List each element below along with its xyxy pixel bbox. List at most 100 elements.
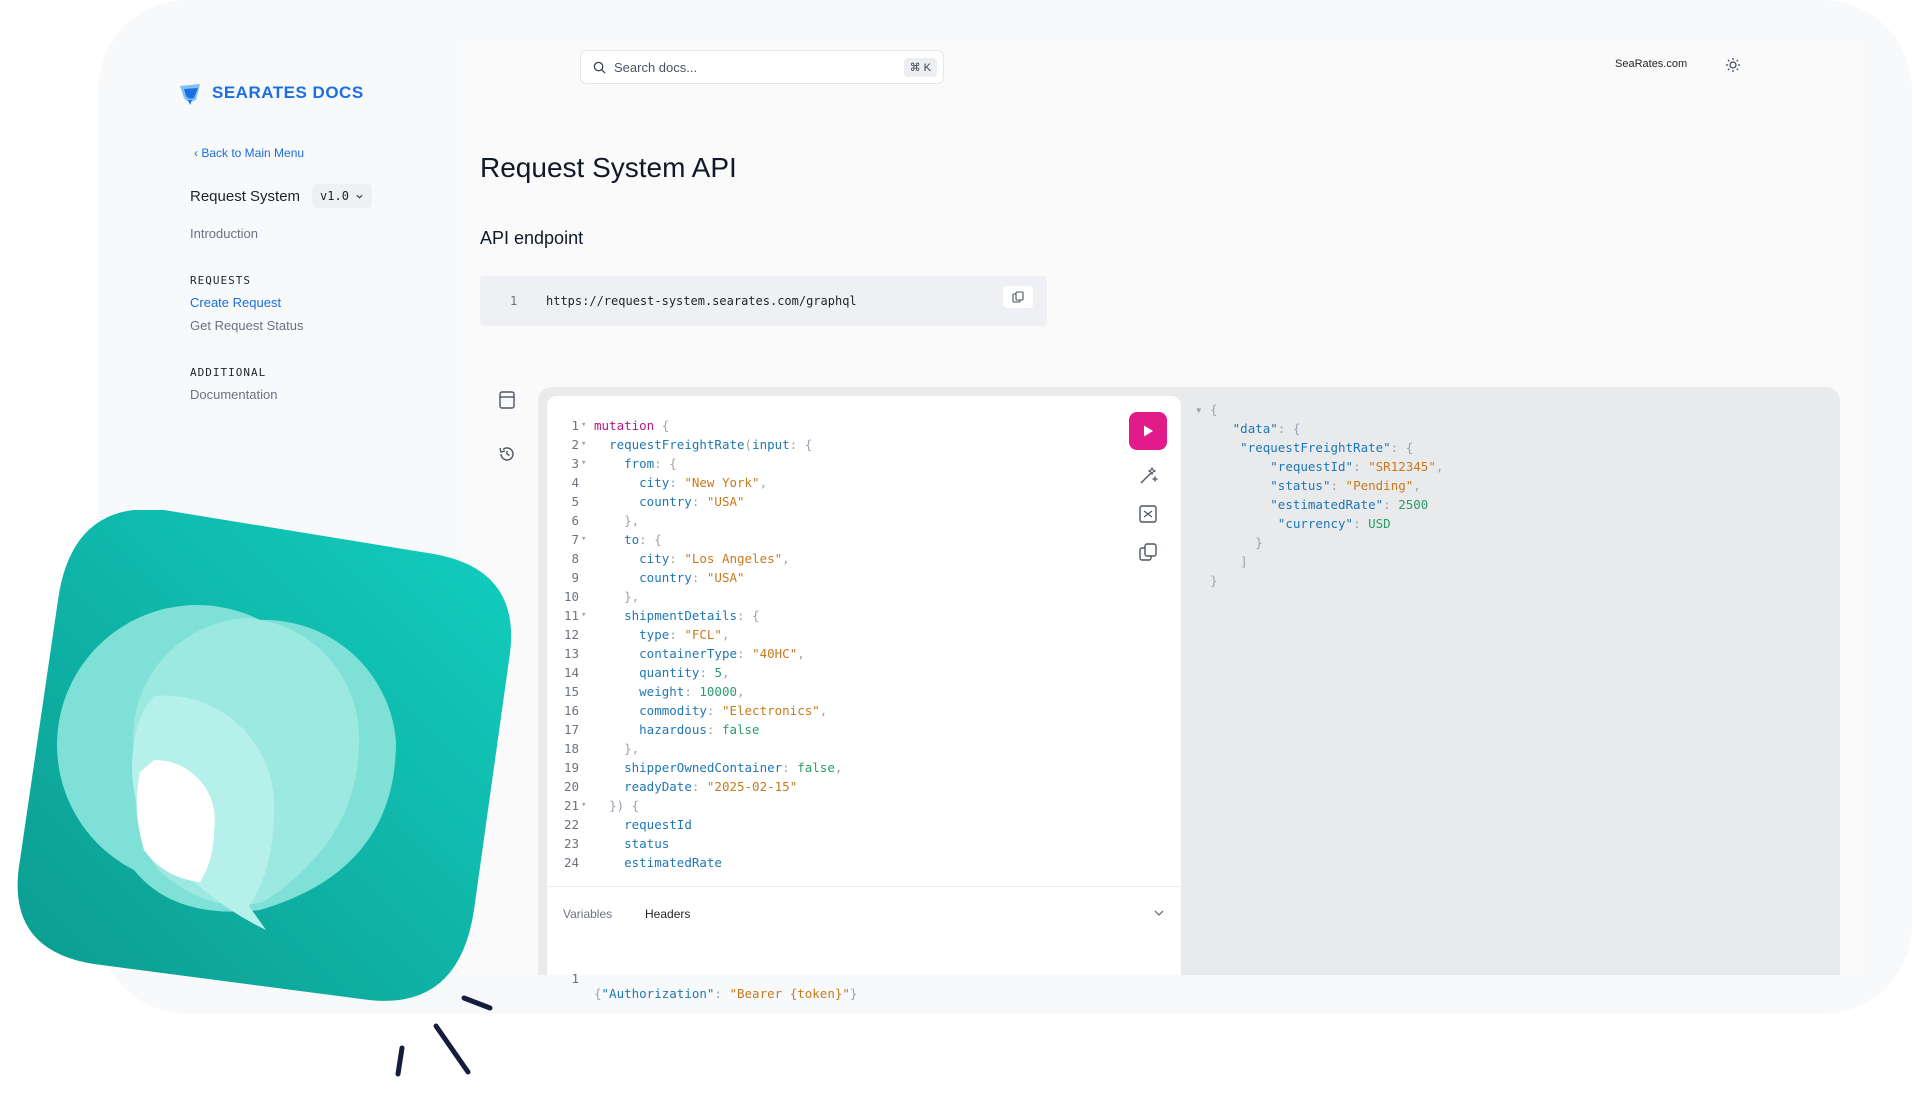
- brand-logo[interactable]: SEARATES DOCS: [178, 80, 364, 106]
- nav-heading-additional: ADDITIONAL: [190, 366, 267, 379]
- version-select[interactable]: v1.0: [312, 184, 372, 208]
- code-text: requestFreightRate(input: {: [609, 437, 813, 452]
- line-number: 22: [563, 817, 579, 832]
- code-text: weight: 10000,: [639, 684, 745, 699]
- docs-explorer-icon[interactable]: [498, 390, 516, 410]
- fold-toggle-icon[interactable]: ▾: [581, 435, 586, 454]
- code-text: status: [624, 836, 670, 851]
- endpoint-line-number: 1: [510, 294, 518, 308]
- fold-toggle-icon[interactable]: ▾: [581, 530, 586, 549]
- code-text: mutation {: [594, 418, 670, 433]
- line-number: 3: [571, 456, 579, 471]
- code-text: country: "USA": [639, 494, 745, 509]
- code-text: },: [624, 589, 640, 604]
- nav-documentation[interactable]: Documentation: [190, 387, 277, 402]
- editor-bottom-tabs: Variables Headers: [547, 886, 1181, 935]
- brand-name: SEARATES DOCS: [212, 83, 364, 103]
- code-text: to: {: [624, 532, 662, 547]
- code-text: country: "USA": [639, 570, 745, 585]
- code-text: hazardous: false: [639, 722, 760, 737]
- line-number: 13: [563, 646, 579, 661]
- code-text: },: [624, 741, 640, 756]
- nav-get-request-status[interactable]: Get Request Status: [190, 318, 303, 333]
- code-text: estimatedRate: [624, 855, 722, 870]
- response-line: ▾ {: [1195, 402, 1218, 417]
- line-number: 20: [563, 779, 579, 794]
- copy-icon: [1012, 291, 1024, 303]
- ship-logo-icon: [180, 84, 200, 105]
- editor-toolbar: [1129, 412, 1167, 564]
- page-title: Request System API: [480, 152, 737, 183]
- code-text: readyDate: "2025-02-15": [624, 779, 798, 794]
- chevron-down-icon: [356, 194, 363, 199]
- brand-docs-text: DOCS: [312, 83, 364, 102]
- code-text: }) {: [609, 798, 640, 813]
- line-number: 12: [563, 627, 579, 642]
- search-bar[interactable]: Search docs... ⌘ K: [580, 50, 944, 84]
- code-text: from: {: [624, 456, 677, 471]
- line-number: 6: [571, 513, 579, 528]
- nav-create-request[interactable]: Create Request: [190, 295, 281, 310]
- run-query-button[interactable]: [1129, 412, 1167, 450]
- chat-bubble-logo-icon: [17, 510, 512, 1001]
- search-shortcut-badge: ⌘ K: [903, 57, 937, 77]
- response-line: ]: [1240, 554, 1248, 569]
- response-line: "requestId": "SR12345",: [1270, 459, 1444, 474]
- line-number: 14: [563, 665, 579, 680]
- code-text: shipperOwnedContainer: false,: [624, 760, 843, 775]
- merge-icon: [1139, 505, 1157, 523]
- line-number: 7: [571, 532, 579, 547]
- nav-introduction[interactable]: Introduction: [190, 226, 258, 241]
- search-input[interactable]: Search docs...: [614, 60, 904, 75]
- system-selector-row: Request System v1.0: [190, 184, 372, 208]
- fold-toggle-icon[interactable]: ▾: [581, 416, 586, 435]
- searates-site-link[interactable]: SeaRates.com: [1615, 58, 1687, 70]
- system-name: Request System: [190, 187, 301, 205]
- tab-headers[interactable]: Headers: [645, 907, 690, 921]
- line-number: 4: [571, 475, 579, 490]
- version-label: v1.0: [320, 189, 349, 203]
- line-number: 2: [571, 437, 579, 452]
- headers-line-number: 1: [571, 971, 579, 986]
- fold-toggle-icon[interactable]: ▾: [581, 454, 586, 473]
- code-text: city: "New York",: [639, 475, 768, 490]
- response-viewer: ▾ { "data": { "requestFreightRate": { "r…: [1195, 400, 1443, 590]
- code-text: requestId: [624, 817, 692, 832]
- code-text: },: [624, 513, 640, 528]
- query-editor[interactable]: 1 ▾ mutation {2 ▾ requestFreightRate(input:…: [547, 396, 1181, 1001]
- line-number: 19: [563, 760, 579, 775]
- response-line: "data": {: [1232, 421, 1301, 436]
- line-number: 8: [571, 551, 579, 566]
- code-text: quantity: 5,: [639, 665, 730, 680]
- response-line: "status": "Pending",: [1270, 478, 1421, 493]
- brand-main-text: SEARATES: [212, 83, 308, 102]
- history-icon[interactable]: [497, 444, 517, 464]
- chevron-down-icon[interactable]: [1153, 907, 1165, 919]
- copy-icon: [1139, 543, 1157, 561]
- play-icon: [1144, 425, 1153, 437]
- line-number: 11: [563, 608, 579, 623]
- sparkle-lines-icon: [395, 995, 493, 1077]
- back-to-main-menu-link[interactable]: ‹ Back to Main Menu: [194, 146, 304, 160]
- response-line: "currency": USD: [1277, 516, 1391, 531]
- line-number: 17: [563, 722, 579, 737]
- code-text: type: "FCL",: [639, 627, 730, 642]
- headers-editor[interactable]: 1 {"Authorization": "Bearer {token}"}: [547, 956, 857, 1016]
- merge-fragments-button[interactable]: [1136, 502, 1160, 526]
- tab-variables[interactable]: Variables: [563, 907, 612, 921]
- response-line: }: [1210, 573, 1218, 588]
- fold-toggle-icon[interactable]: ▾: [581, 606, 586, 625]
- theme-toggle-sun-icon[interactable]: [1724, 56, 1742, 74]
- line-number: 21: [563, 798, 579, 813]
- line-number: 9: [571, 570, 579, 585]
- copy-query-button[interactable]: [1136, 540, 1160, 564]
- line-number: 5: [571, 494, 579, 509]
- endpoint-code-block: 1 https://request-system.searates.com/gr…: [480, 276, 1047, 326]
- fold-toggle-icon[interactable]: ▾: [581, 796, 586, 815]
- code-text: containerType: "40HC",: [639, 646, 805, 661]
- line-number: 1: [571, 418, 579, 433]
- line-number: 24: [563, 855, 579, 870]
- line-number: 23: [563, 836, 579, 851]
- copy-endpoint-button[interactable]: [1003, 286, 1033, 308]
- prettify-button[interactable]: [1136, 464, 1160, 488]
